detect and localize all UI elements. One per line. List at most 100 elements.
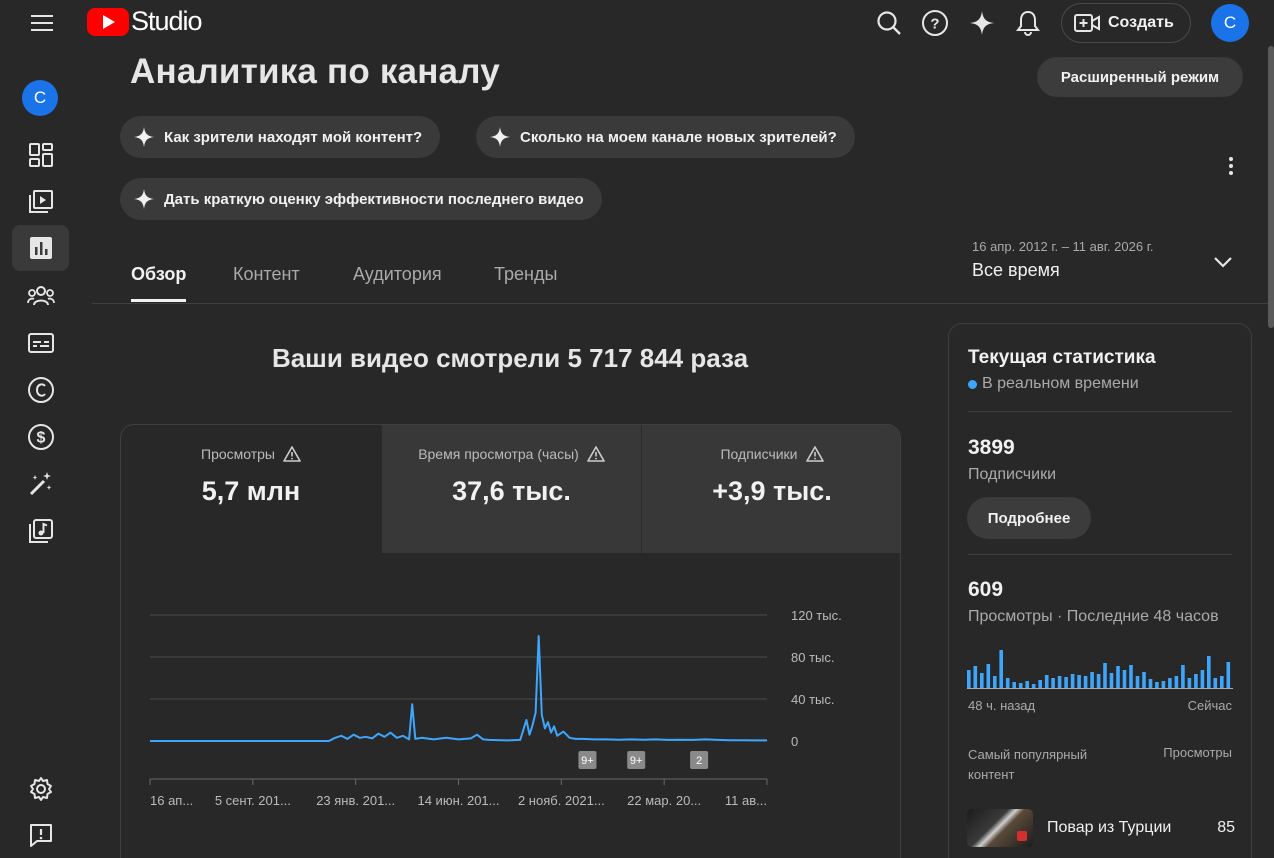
suggestion-chip-discovery[interactable]: Как зрители находят мой контент?	[120, 116, 441, 158]
sparkle-icon	[134, 189, 154, 209]
sidebar-item-subtitles[interactable]	[12, 320, 69, 366]
top-video-row[interactable]: Повар из Турции 85	[967, 808, 1235, 848]
realtime-bar	[1057, 676, 1062, 688]
chevron-down-icon[interactable]	[1212, 252, 1234, 277]
sidebar-item-audio-library[interactable]	[12, 508, 69, 554]
metric-views[interactable]: Просмотры 5,7 млн	[121, 425, 381, 553]
sidebar-item-content[interactable]	[12, 178, 69, 224]
warning-icon	[586, 446, 605, 462]
sparkle-icon	[490, 127, 510, 147]
menu-icon[interactable]	[22, 8, 62, 38]
tab-overview[interactable]: Обзор	[131, 264, 187, 302]
metric-subscribers[interactable]: Подписчики +3,9 тыс.	[641, 425, 900, 553]
date-range-selector[interactable]: Все время	[972, 260, 1060, 281]
chip-label: Сколько на моем канале новых зрителей?	[520, 128, 837, 146]
y-tick-label: 120 тыс.	[791, 608, 842, 623]
x-tick-label: 11 ав...	[725, 793, 767, 808]
gear-icon	[29, 777, 52, 801]
studio-logo[interactable]: Studio	[87, 6, 203, 37]
warning-icon	[805, 446, 824, 462]
chip-label: Дать краткую оценку эффективности послед…	[164, 190, 584, 208]
sidebar-item-dashboard[interactable]	[12, 132, 69, 178]
account-avatar[interactable]: С	[1211, 4, 1249, 42]
realtime-bar	[1213, 678, 1218, 688]
video-library-icon	[28, 190, 53, 213]
metric-value: 37,6 тыс.	[452, 476, 571, 506]
top-bar: Studio ? Создать С	[0, 0, 1274, 46]
annotation-marker-label: 9+	[581, 755, 594, 767]
top-content-label: Самый популярный контент	[968, 747, 1088, 782]
realtime-bar	[1122, 670, 1127, 688]
realtime-bar	[1083, 676, 1088, 688]
sidebar-item-settings[interactable]	[12, 766, 69, 812]
realtime-bar	[1226, 662, 1231, 688]
annotation-marker-label: 9+	[630, 755, 643, 767]
metric-value: 5,7 млн	[201, 476, 301, 506]
metric-label: Подписчики	[720, 446, 798, 462]
realtime-bar	[1200, 670, 1205, 688]
subscribers-count: 3899	[968, 436, 1015, 459]
sidebar-item-feedback[interactable]	[12, 812, 69, 858]
copyright-icon	[27, 377, 54, 403]
help-icon[interactable]: ?	[918, 7, 952, 39]
tab-trends[interactable]: Тренды	[494, 264, 557, 299]
subtitles-icon	[27, 333, 54, 353]
live-dot-icon	[968, 379, 977, 389]
logo-text: Studio	[131, 6, 203, 36]
suggestion-chip-last-video[interactable]: Дать краткую оценку эффективности послед…	[120, 178, 602, 220]
sparkle-icon[interactable]	[965, 7, 999, 39]
channel-avatar[interactable]: С	[22, 80, 58, 116]
x-tick-label: 5 сент. 201...	[215, 793, 291, 808]
realtime-indicator: В реальном времени	[968, 375, 1139, 393]
create-label: Создать	[1108, 14, 1174, 31]
metric-label: Просмотры	[201, 446, 275, 462]
realtime-bar-chart[interactable]	[967, 646, 1233, 690]
suggestion-chip-new-viewers[interactable]: Сколько на моем канале новых зрителей?	[476, 116, 855, 158]
sparkle-icon	[134, 127, 154, 147]
search-icon[interactable]	[872, 7, 906, 39]
y-tick-label: 40 тыс.	[791, 692, 834, 707]
sidebar-item-analytics[interactable]	[12, 225, 69, 271]
tab-content[interactable]: Контент	[233, 264, 300, 299]
realtime-bar	[1025, 681, 1029, 688]
realtime-bar	[986, 664, 991, 688]
sidebar-item-customization[interactable]	[12, 461, 69, 507]
realtime-bar	[1005, 678, 1010, 688]
x-tick-label: 22 мар. 20...	[627, 793, 701, 808]
y-tick-label: 0	[791, 734, 798, 749]
create-button[interactable]: Создать	[1061, 3, 1191, 43]
video-views: 85	[1217, 819, 1235, 836]
realtime-bar	[1064, 677, 1068, 688]
views-line-chart[interactable]: 120 тыс. 80 тыс. 40 тыс. 0 9+ 9+ 2 16 ап... 5 се…	[121, 553, 900, 853]
details-button[interactable]: Подробнее	[967, 497, 1091, 539]
realtime-bar	[1168, 678, 1172, 688]
sidebar-item-copyright[interactable]	[12, 367, 69, 413]
realtime-bar	[1194, 674, 1198, 688]
realtime-bar	[1070, 674, 1075, 688]
realtime-bar	[1051, 678, 1055, 688]
more-options-icon[interactable]	[1222, 152, 1240, 180]
realtime-bar	[973, 666, 978, 688]
tab-audience[interactable]: Аудитория	[353, 264, 442, 299]
realtime-bar	[1116, 666, 1120, 688]
dollar-icon: $	[27, 424, 54, 450]
realtime-bar	[1135, 676, 1140, 688]
metric-watch-time[interactable]: Время просмотра (часы) 37,6 тыс.	[381, 425, 641, 553]
x-tick-label: 23 янв. 201...	[316, 793, 395, 808]
realtime-bar	[999, 650, 1003, 688]
metric-label: Время просмотра (часы)	[418, 446, 579, 462]
bell-icon[interactable]	[1011, 7, 1045, 39]
advanced-mode-button[interactable]: Расширенный режим	[1037, 57, 1243, 97]
divider	[968, 411, 1232, 412]
realtime-bar	[1031, 684, 1036, 688]
realtime-title: Текущая статистика	[968, 347, 1156, 368]
sidebar-item-community[interactable]	[12, 273, 69, 319]
video-thumbnail	[967, 809, 1033, 847]
top-views-label: Просмотры	[1163, 745, 1232, 760]
people-icon	[26, 286, 55, 306]
add-video-icon	[1074, 14, 1100, 32]
sidebar-item-earn[interactable]: $	[12, 414, 69, 460]
realtime-bar	[1044, 675, 1049, 688]
scrollbar[interactable]	[1268, 46, 1274, 328]
x-tick-label: 16 ап...	[150, 793, 193, 808]
